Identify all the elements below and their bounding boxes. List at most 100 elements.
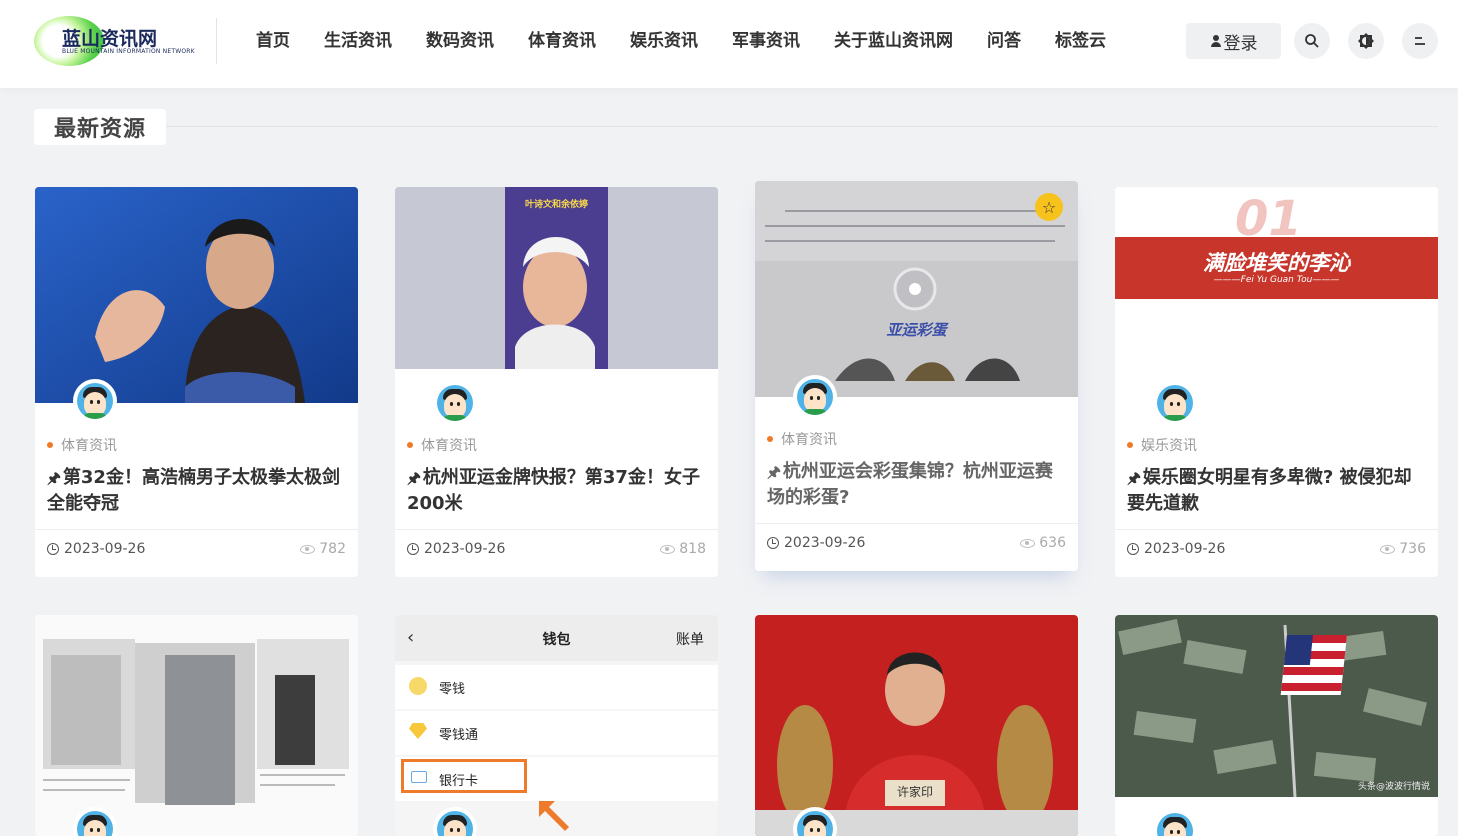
post-category[interactable]: 娱乐资讯 xyxy=(1127,435,1197,455)
thumbnail-subtext: ———Fei Yu Guan Tou——— xyxy=(1213,275,1340,285)
post-thumbnail[interactable]: 叶诗文和余依婷 xyxy=(395,187,718,369)
logo-subtitle: BLUE MOUNTAIN INFORMATION NETWORK xyxy=(62,48,195,55)
post-thumbnail[interactable]: ‹ 钱包 账单 零钱 零钱通 银行卡 xyxy=(395,615,718,836)
menu-icon xyxy=(1415,37,1425,45)
author-avatar[interactable] xyxy=(1153,809,1197,836)
post-date-text: 2023-09-26 xyxy=(1144,541,1226,557)
post-category[interactable]: 体育资讯 xyxy=(767,429,837,449)
image-watermark: 头条@波波行情说 xyxy=(1357,782,1430,792)
eye-icon xyxy=(1380,544,1396,554)
author-avatar[interactable] xyxy=(1153,381,1197,425)
clock-icon xyxy=(47,543,59,555)
post-category[interactable]: 体育资讯 xyxy=(407,435,477,455)
post-category[interactable]: 体育资讯 xyxy=(47,435,117,455)
clock-icon xyxy=(1127,543,1139,555)
post-date: 2023-09-26 xyxy=(47,541,145,557)
post-thumbnail[interactable]: 头条@波波行情说 xyxy=(1115,615,1438,797)
post-title[interactable]: 🖈 第32金！高浩楠男子太极拳太极剑全能夺冠 xyxy=(47,465,347,517)
pin-icon: 🖈 xyxy=(407,469,421,487)
post-views-count: 782 xyxy=(319,541,346,557)
theme-toggle-icon xyxy=(1358,33,1374,49)
post-title[interactable]: 🖈 杭州亚运会彩蛋集锦？杭州亚运赛场的彩蛋? xyxy=(767,459,1067,511)
login-button[interactable]: 登录 xyxy=(1186,23,1281,59)
clock-icon xyxy=(767,537,779,549)
wallet-item-change: 零钱 xyxy=(439,682,466,697)
post-card[interactable]: 许家印 xyxy=(755,615,1078,836)
thumbnail-caption: 亚运彩蛋 xyxy=(886,321,947,339)
post-card[interactable]: ‹ 钱包 账单 零钱 零钱通 银行卡 xyxy=(395,615,718,836)
post-views: 636 xyxy=(1020,535,1066,551)
pin-icon: 🖈 xyxy=(767,463,781,481)
post-date: 2023-09-26 xyxy=(1127,541,1225,557)
post-card[interactable]: 体育资讯 🖈 第32金！高浩楠男子太极拳太极剑全能夺冠 2023-09-26 78… xyxy=(35,187,358,577)
nav-item-about[interactable]: 关于蓝山资讯网 xyxy=(834,29,953,53)
post-date-text: 2023-09-26 xyxy=(424,541,506,557)
post-card[interactable]: 01 满脸堆笑的李沁 ———Fei Yu Guan Tou——— 娱乐资讯 🖈 娱… xyxy=(1115,187,1438,577)
nav-item-military[interactable]: 军事资讯 xyxy=(732,29,800,53)
eye-icon xyxy=(660,544,676,554)
thumbnail-headline: 满脸堆笑的李沁 xyxy=(1203,251,1350,275)
pin-icon: 🖈 xyxy=(47,469,61,487)
nav-item-digital[interactable]: 数码资讯 xyxy=(426,29,494,53)
post-card[interactable] xyxy=(35,615,358,836)
category-dot xyxy=(407,442,413,448)
menu-button[interactable] xyxy=(1402,23,1438,59)
post-thumbnail[interactable] xyxy=(35,187,358,403)
card-divider xyxy=(395,529,718,530)
card-divider xyxy=(35,529,358,530)
post-views: 818 xyxy=(660,541,706,557)
category-label: 体育资讯 xyxy=(61,438,117,454)
wallet-title: 钱包 xyxy=(542,632,571,648)
section-divider xyxy=(166,126,1438,127)
author-avatar[interactable] xyxy=(73,379,117,423)
site-header: 蓝山资讯网 BLUE MOUNTAIN INFORMATION NETWORK … xyxy=(0,0,1458,88)
post-views-count: 636 xyxy=(1039,535,1066,551)
category-dot xyxy=(767,436,773,442)
eye-icon xyxy=(1020,538,1036,548)
logo-text: 蓝山资讯网 xyxy=(62,28,158,50)
post-title-text: 杭州亚运金牌快报？第37金！女子200米 xyxy=(407,467,700,514)
pin-icon: 🖈 xyxy=(1127,469,1141,487)
search-button[interactable] xyxy=(1294,23,1330,59)
post-date-text: 2023-09-26 xyxy=(64,541,146,557)
author-avatar[interactable] xyxy=(433,381,477,425)
post-thumbnail[interactable]: 许家印 xyxy=(755,615,1078,836)
bank-card-icon xyxy=(411,771,427,783)
post-views: 782 xyxy=(300,541,346,557)
login-label: 登录 xyxy=(1223,33,1258,54)
star-icon: ☆ xyxy=(1041,197,1057,217)
nav-item-qa[interactable]: 问答 xyxy=(987,29,1021,53)
category-dot xyxy=(47,442,53,448)
site-logo[interactable]: 蓝山资讯网 BLUE MOUNTAIN INFORMATION NETWORK xyxy=(34,14,195,70)
post-thumbnail[interactable]: 01 满脸堆笑的李沁 ———Fei Yu Guan Tou——— xyxy=(1115,187,1438,369)
post-card[interactable]: 亚运彩蛋 ☆ 体育资讯 🖈 杭州亚运会彩蛋集锦？杭州亚运赛场的彩蛋? 2023-0… xyxy=(755,181,1078,571)
nav-item-home[interactable]: 首页 xyxy=(256,29,290,53)
nav-item-sports[interactable]: 体育资讯 xyxy=(528,29,596,53)
post-title-text: 第32金！高浩楠男子太极拳太极剑全能夺冠 xyxy=(47,467,340,514)
nav-item-tags[interactable]: 标签云 xyxy=(1055,29,1106,53)
post-title-text: 娱乐圈女明星有多卑微? 被侵犯却要先道歉 xyxy=(1127,467,1412,514)
post-views-count: 818 xyxy=(679,541,706,557)
wallet-item-bankcard: 银行卡 xyxy=(439,774,479,789)
post-card[interactable]: 叶诗文和余依婷 体育资讯 🖈 杭州亚运金牌快报？第37金！女子200米 2023-… xyxy=(395,187,718,577)
wallet-item-changetong: 零钱通 xyxy=(439,728,479,743)
eye-icon xyxy=(300,544,316,554)
post-thumbnail[interactable]: 亚运彩蛋 ☆ xyxy=(755,181,1078,397)
user-icon xyxy=(1210,34,1222,48)
name-plate: 许家印 xyxy=(896,785,933,799)
post-title[interactable]: 🖈 娱乐圈女明星有多卑微? 被侵犯却要先道歉 xyxy=(1127,465,1427,517)
post-views-count: 736 xyxy=(1399,541,1426,557)
theme-toggle-button[interactable] xyxy=(1348,23,1384,59)
category-label: 娱乐资讯 xyxy=(1141,438,1197,454)
author-avatar[interactable] xyxy=(793,375,837,419)
post-date: 2023-09-26 xyxy=(407,541,505,557)
post-card[interactable]: 头条@波波行情说 xyxy=(1115,615,1438,836)
post-date-text: 2023-09-26 xyxy=(784,535,866,551)
nav-item-life[interactable]: 生活资讯 xyxy=(324,29,392,53)
arrow-icon xyxy=(539,801,569,831)
header-divider xyxy=(216,18,217,64)
nav-item-entertainment[interactable]: 娱乐资讯 xyxy=(630,29,698,53)
post-title[interactable]: 🖈 杭州亚运金牌快报？第37金！女子200米 xyxy=(407,465,707,517)
post-thumbnail[interactable] xyxy=(35,615,358,836)
card-divider xyxy=(755,523,1078,524)
